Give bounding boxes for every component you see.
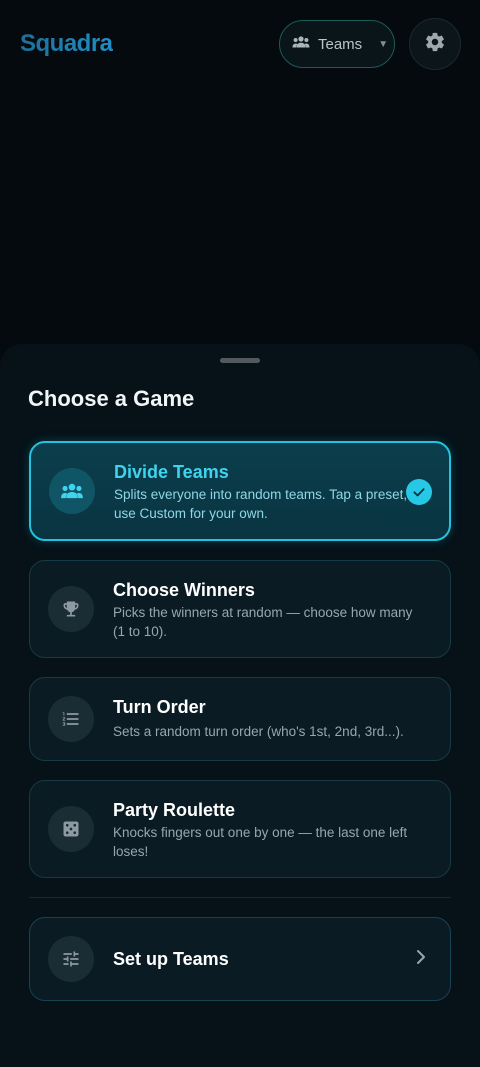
top-bar: Squadra Teams ▼ (0, 0, 480, 90)
mode-selector[interactable]: Teams ▼ (279, 20, 395, 68)
numbered-list-icon (48, 696, 94, 742)
game-picker-sheet: Choose a Game Divide Teams Splits everyo… (0, 344, 480, 1067)
sheet-title: Choose a Game (28, 386, 195, 411)
game-title: Divide Teams (114, 462, 229, 482)
groups-icon (292, 35, 310, 53)
setup-label: Set up Teams (113, 949, 229, 969)
game-description: Picks the winners at random — choose how… (113, 605, 413, 639)
game-card-divide-teams[interactable]: Divide Teams Splits everyone into random… (29, 441, 451, 541)
game-description: Splits everyone into random teams. Tap a… (114, 487, 423, 521)
drag-handle[interactable] (220, 358, 260, 363)
game-description: Sets a random turn order (who's 1st, 2nd… (113, 724, 404, 739)
app-logo: Squadra (20, 30, 113, 57)
game-title: Choose Winners (113, 580, 255, 600)
trophy-icon (48, 586, 94, 632)
setup-teams-button[interactable]: Set up Teams (29, 917, 451, 1001)
game-card-choose-winners[interactable]: Choose Winners Picks the winners at rand… (29, 560, 451, 658)
game-title: Party Roulette (113, 800, 236, 820)
groups-icon (49, 468, 95, 514)
dice-icon (48, 806, 94, 852)
game-description: Knocks fingers out one by one — the last… (113, 825, 408, 859)
game-card-party-roulette[interactable]: Party Roulette Knocks fingers out one by… (29, 780, 451, 878)
game-card-turn-order[interactable]: Turn Order Sets a random turn order (who… (29, 677, 451, 761)
divider (29, 897, 451, 898)
settings-button[interactable] (409, 18, 461, 70)
check-icon (406, 479, 432, 505)
chevron-right-icon (414, 949, 428, 970)
chevron-down-icon: ▼ (378, 38, 389, 50)
mode-label: Teams (318, 35, 363, 53)
tune-icon (48, 936, 94, 982)
gear-icon (424, 31, 446, 58)
game-title: Turn Order (113, 697, 206, 717)
